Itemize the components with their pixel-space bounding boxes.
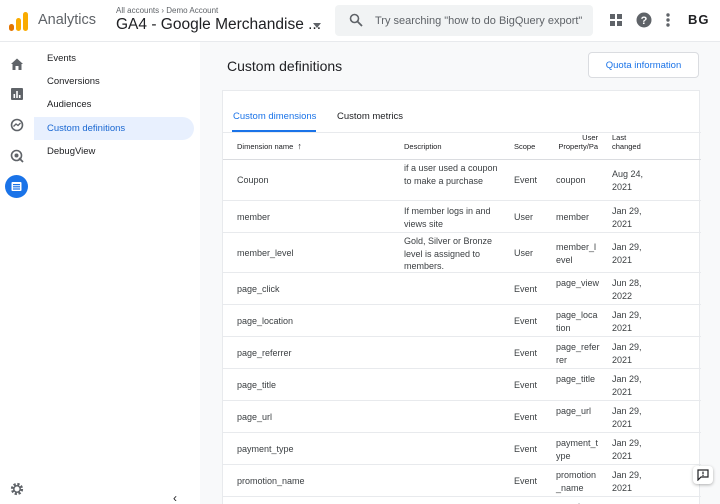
cell-scope: Event — [514, 476, 538, 486]
cell-scope: Event — [514, 444, 538, 454]
cell-last-changed: Jan 29, 2021 — [612, 438, 642, 461]
chevron-down-icon[interactable] — [313, 23, 321, 28]
more-vert-icon[interactable] — [660, 12, 676, 28]
cell-user-property: page_referrer — [556, 342, 600, 365]
top-bar: Analytics All accounts › Demo Account GA… — [0, 0, 720, 42]
column-header-description[interactable]: Description — [404, 142, 442, 151]
settings-icon[interactable] — [7, 479, 27, 499]
column-header-user-property[interactable]: User Property/Pa — [556, 133, 598, 151]
cell-dimension-name: page_click — [237, 284, 280, 294]
cell-description: if a user used a coupon to make a purcha… — [404, 163, 498, 186]
tab-custom-dimensions[interactable]: Custom dimensions — [233, 111, 316, 122]
cell-dimension-name: promotion_name — [237, 476, 305, 486]
explore-icon[interactable] — [7, 115, 27, 135]
search-icon — [349, 13, 363, 27]
cell-dimension-name: page_referrer — [237, 348, 292, 358]
nav-item-debugview[interactable]: DebugView — [34, 140, 194, 163]
analytics-logo-icon[interactable] — [8, 11, 28, 31]
cell-dimension-name: page_title — [237, 380, 277, 390]
table-row[interactable]: page_title Event page_title Jan 29, 2021 — [223, 369, 701, 401]
breadcrumb[interactable]: All accounts › Demo Account — [116, 6, 218, 15]
cell-dimension-name: member_level — [237, 248, 294, 258]
table-row[interactable]: page_click Event page_view Jun 28, 2022 — [223, 273, 701, 305]
table-row[interactable]: search_teMay 7, — [223, 497, 701, 504]
definitions-card: Custom dimensions Custom metrics Dimensi… — [222, 90, 701, 504]
nav-item-custom-definitions[interactable]: Custom definitions — [34, 117, 194, 140]
feedback-button[interactable] — [693, 466, 713, 484]
home-icon[interactable] — [7, 54, 27, 74]
table-row[interactable]: member If member logs in and views site Us… — [223, 201, 701, 233]
configure-subnav: Events Conversions Audiences Custom defi… — [34, 42, 200, 504]
nav-item-audiences[interactable]: Audiences — [34, 93, 194, 116]
cell-description: Gold, Silver or Bronze level is assigned… — [404, 236, 493, 271]
left-rail — [0, 42, 34, 504]
column-header-dimension-name[interactable]: Dimension name ↑ — [237, 141, 302, 152]
cell-scope: Event — [514, 316, 538, 326]
table-row[interactable]: payment_type Event payment_type Jan 29, 202… — [223, 433, 701, 465]
property-selector[interactable]: GA4 - Google Merchandise ... — [116, 16, 321, 34]
table-row[interactable]: page_url Event page_url Jan 29, 2021 — [223, 401, 701, 433]
cell-scope: Event — [514, 284, 538, 294]
cell-scope: User — [514, 248, 534, 258]
table-header: Dimension name ↑ Description Scope User … — [223, 133, 701, 160]
cell-last-changed: Jan 29, 2021 — [612, 242, 642, 265]
cell-description: If member logs in and views site — [404, 206, 491, 229]
quota-information-button[interactable]: Quota information — [588, 52, 699, 78]
svg-text:?: ? — [641, 15, 648, 27]
avatar[interactable]: BG — [688, 12, 710, 27]
cell-last-changed: Jun 28, 2022 — [612, 278, 642, 301]
sort-ascending-icon[interactable]: ↑ — [297, 141, 302, 151]
cell-dimension-name: page_location — [237, 316, 294, 326]
cell-last-changed: Jan 29, 2021 — [612, 374, 642, 397]
table-row[interactable]: member_level Gold, Silver or Bronze level… — [223, 233, 701, 273]
nav-item-conversions[interactable]: Conversions — [34, 70, 194, 93]
column-header-last-changed[interactable]: Last changed — [612, 133, 641, 151]
main-content: Custom definitions Quota information Cus… — [200, 42, 720, 504]
cell-last-changed: Jan 29, 2021 — [612, 342, 642, 365]
cell-dimension-name: page_url — [237, 412, 273, 422]
advertising-icon[interactable] — [7, 146, 27, 166]
reports-icon[interactable] — [7, 84, 27, 104]
help-icon[interactable]: ? — [636, 12, 652, 28]
cell-dimension-name: payment_type — [237, 444, 294, 454]
configure-icon[interactable] — [5, 175, 28, 198]
search-input[interactable]: Try searching "how to do BigQuery export… — [335, 5, 593, 36]
cell-dimension-name: member — [237, 212, 271, 222]
cell-user-property: page_location — [556, 310, 598, 333]
cell-user-property: page_url — [556, 406, 592, 416]
search-placeholder: Try searching "how to do BigQuery export… — [375, 15, 583, 27]
table-row[interactable]: promotion_name Event promotion_name Jan 29,… — [223, 465, 701, 497]
nav-item-events[interactable]: Events — [34, 47, 194, 70]
cell-last-changed: Jan 29, 2021 — [612, 406, 642, 429]
cell-scope: Event — [514, 175, 538, 185]
cell-user-property: promotion_name — [556, 470, 597, 493]
cell-user-property: page_title — [556, 374, 596, 384]
cell-dimension-name: Coupon — [237, 175, 269, 185]
table-row[interactable]: page_location Event page_location Jan 29, 2… — [223, 305, 701, 337]
cell-user-property: page_view — [556, 278, 600, 288]
cell-user-property: member — [556, 212, 590, 222]
table-row[interactable]: page_referrer Event page_referrer Jan 29, 2… — [223, 337, 701, 369]
tab-custom-metrics[interactable]: Custom metrics — [337, 111, 403, 122]
cell-user-property: member_level — [556, 242, 597, 265]
app-name[interactable]: Analytics — [38, 12, 96, 28]
cell-user-property: coupon — [556, 175, 586, 185]
column-header-label: Dimension name — [237, 142, 294, 151]
cell-user-property: payment_type — [556, 438, 599, 461]
cell-last-changed: Aug 24, 2021 — [612, 169, 644, 192]
table-row[interactable]: Coupon if a user used a coupon to make a … — [223, 160, 701, 201]
cell-scope: Event — [514, 412, 538, 422]
cell-last-changed: Jan 29, 2021 — [612, 310, 642, 333]
collapse-nav-icon[interactable]: ‹ — [173, 491, 177, 504]
page-title: Custom definitions — [227, 58, 343, 74]
cell-last-changed: Jan 29, 2021 — [612, 470, 642, 493]
cell-scope: Event — [514, 380, 538, 390]
cell-scope: Event — [514, 348, 538, 358]
cell-last-changed: Jan 29, 2021 — [612, 206, 642, 229]
apps-grid-icon[interactable] — [608, 12, 624, 28]
column-header-scope[interactable]: Scope — [514, 142, 535, 151]
feedback-icon — [697, 469, 709, 481]
cell-scope: User — [514, 212, 534, 222]
